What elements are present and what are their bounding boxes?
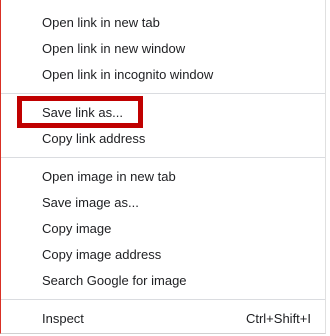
menu-item-open-link-incognito[interactable]: Open link in incognito window: [1, 62, 325, 88]
context-menu: Open link in new tab Open link in new wi…: [0, 0, 326, 334]
menu-item-label: Open link in incognito window: [42, 67, 214, 82]
menu-item-shortcut: Ctrl+Shift+I: [245, 311, 311, 326]
menu-item-label: Copy image: [42, 221, 112, 236]
menu-item-save-image-as[interactable]: Save image as...: [1, 190, 325, 216]
menu-item-label: Open image in new tab: [42, 169, 176, 184]
menu-item-label: Inspect: [42, 311, 84, 326]
menu-group-save-links: Save link as... Copy link address: [1, 100, 325, 152]
menu-item-copy-image[interactable]: Copy image: [1, 216, 325, 242]
menu-item-open-link-new-window[interactable]: Open link in new window: [1, 36, 325, 62]
menu-item-label: Copy link address: [42, 131, 146, 146]
menu-item-open-image-new-tab[interactable]: Open image in new tab: [1, 164, 325, 190]
menu-group-open-links: Open link in new tab Open link in new wi…: [1, 0, 325, 88]
menu-item-search-google-image[interactable]: Search Google for image: [1, 268, 325, 294]
menu-group-image: Open image in new tab Save image as... C…: [1, 164, 325, 294]
menu-group-dev: Inspect Ctrl+Shift+I: [1, 306, 325, 332]
menu-item-label: Search Google for image: [42, 273, 187, 288]
menu-item-copy-image-address[interactable]: Copy image address: [1, 242, 325, 268]
menu-item-label: Open link in new tab: [42, 15, 160, 30]
menu-item-label: Save image as...: [42, 195, 139, 210]
menu-item-label: Open link in new window: [42, 41, 186, 56]
menu-item-open-link-new-tab[interactable]: Open link in new tab: [1, 10, 325, 36]
menu-item-label: Copy image address: [42, 247, 162, 262]
menu-separator: [1, 93, 325, 94]
menu-item-label: Save link as...: [42, 105, 123, 120]
menu-separator: [1, 157, 325, 158]
menu-item-inspect[interactable]: Inspect Ctrl+Shift+I: [1, 306, 325, 332]
menu-item-copy-link-address[interactable]: Copy link address: [1, 126, 325, 152]
menu-separator: [1, 299, 325, 300]
menu-item-save-link-as[interactable]: Save link as...: [1, 100, 325, 126]
